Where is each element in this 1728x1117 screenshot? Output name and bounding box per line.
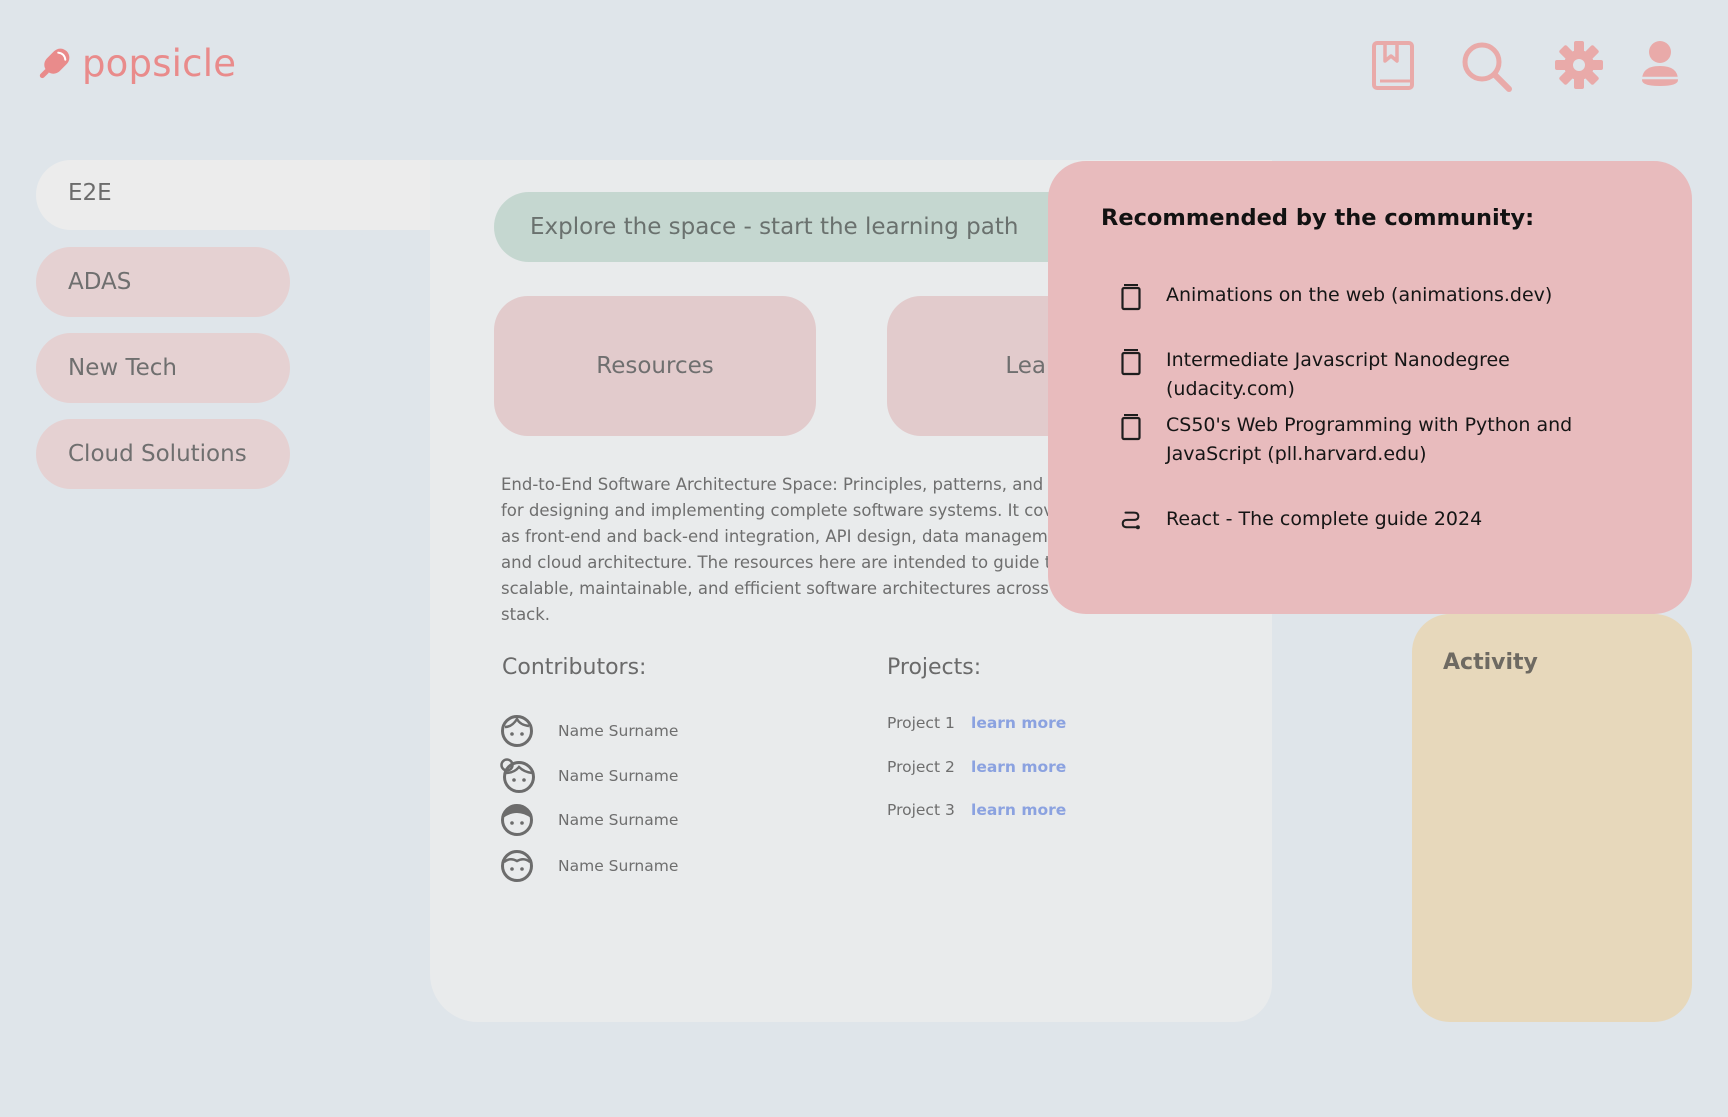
avatar-icon (501, 715, 533, 747)
main-panel-corner (430, 230, 476, 276)
recommended-item[interactable]: CS50's Web Programming with Python and J… (1120, 411, 1620, 469)
avatar-icon (501, 804, 533, 836)
contributor-name: Name Surname (558, 722, 679, 740)
sidebar-item-label: E2E (68, 180, 112, 206)
recommended-item[interactable]: React - The complete guide 2024 (1120, 505, 1640, 534)
learn-more-link[interactable]: learn more (971, 801, 1066, 819)
contributor-row[interactable]: Name Surname (500, 758, 678, 794)
project-row: Project 1 learn more (887, 714, 1066, 732)
gear-icon[interactable] (1554, 40, 1604, 90)
recommended-item[interactable]: Animations on the web (animations.dev) (1120, 281, 1640, 311)
project-name: Project 1 (887, 714, 955, 732)
contributor-name: Name Surname (558, 811, 679, 829)
book-icon (1121, 284, 1141, 311)
recommended-popover: Recommended by the community: Animations… (1048, 161, 1692, 614)
projects-title: Projects: (887, 655, 982, 680)
project-row: Project 2 learn more (887, 758, 1066, 776)
activity-panel: Activity (1412, 614, 1692, 1022)
project-name: Project 2 (887, 758, 955, 776)
sidebar-item-adas[interactable]: ADAS (36, 247, 290, 317)
sidebar-item-e2e[interactable]: E2E (36, 160, 476, 230)
recommended-title: Recommended by the community: (1101, 205, 1535, 231)
contributor-row[interactable]: Name Surname (500, 714, 678, 748)
avatar-icon (501, 850, 533, 882)
project-name: Project 3 (887, 801, 955, 819)
book-icon[interactable] (1370, 40, 1416, 92)
contributor-row[interactable]: Name Surname (500, 803, 678, 837)
recommended-item-text: Intermediate Javascript Nanodegree (udac… (1166, 349, 1510, 400)
contributor-row[interactable]: Name Surname (500, 849, 678, 883)
contributor-name: Name Surname (558, 767, 679, 785)
avatar-icon (500, 758, 535, 793)
recommended-item[interactable]: Intermediate Javascript Nanodegree (udac… (1120, 346, 1640, 404)
main-panel-corner-cut (290, 230, 430, 370)
contributor-name: Name Surname (558, 857, 679, 875)
recommended-item-text: Animations on the web (animations.dev) (1166, 284, 1553, 306)
book-icon (1121, 349, 1141, 376)
activity-title: Activity (1443, 650, 1538, 675)
project-row: Project 3 learn more (887, 801, 1066, 819)
search-icon[interactable] (1460, 40, 1514, 94)
recommended-item-text: CS50's Web Programming with Python and J… (1166, 414, 1573, 465)
contributors-title: Contributors: (502, 655, 647, 680)
user-icon[interactable] (1640, 40, 1680, 88)
sidebar-item-new-tech[interactable]: New Tech (36, 333, 290, 403)
recommended-item-text: React - The complete guide 2024 (1166, 508, 1483, 530)
sidebar-item-cloud-solutions[interactable]: Cloud Solutions (36, 419, 290, 489)
resources-card[interactable]: Resources (494, 296, 816, 436)
book-icon (1121, 414, 1141, 441)
learn-more-link[interactable]: learn more (971, 714, 1066, 732)
learn-more-link[interactable]: learn more (971, 758, 1066, 776)
route-icon (1121, 511, 1140, 530)
